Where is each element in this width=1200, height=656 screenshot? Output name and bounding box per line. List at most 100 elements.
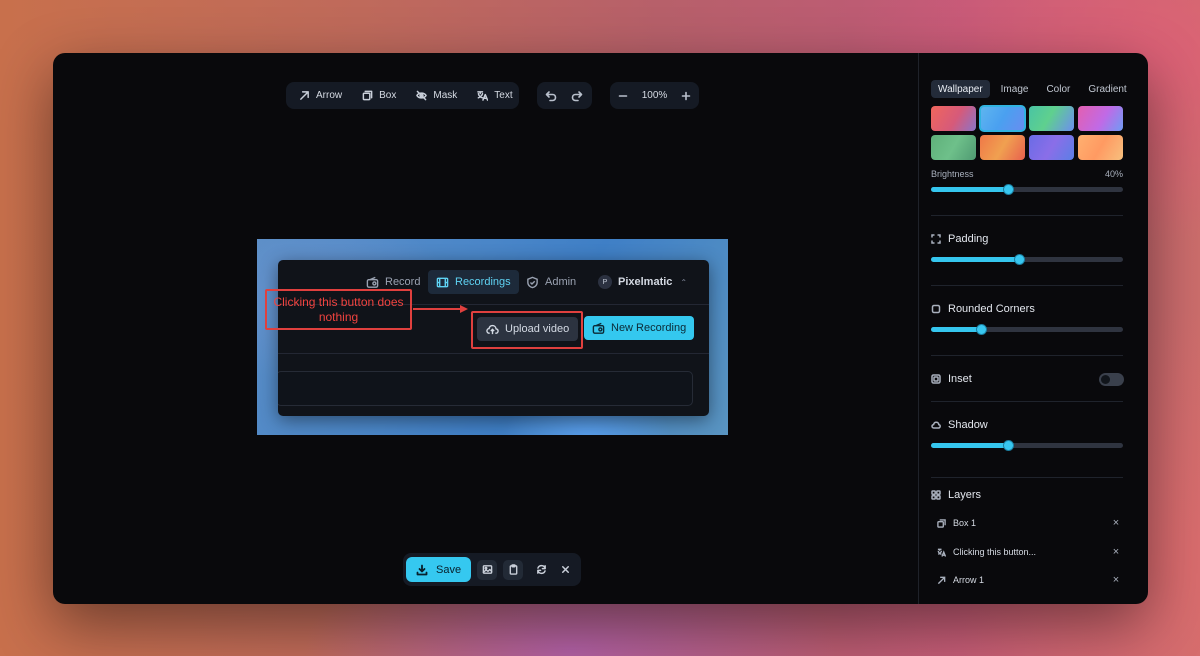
wallpaper-swatch[interactable] bbox=[979, 105, 1026, 132]
arrow-tool-button[interactable]: Arrow bbox=[289, 84, 352, 107]
expand-icon bbox=[931, 234, 941, 244]
rounded-corners-label: Rounded Corners bbox=[948, 303, 1035, 315]
tab-color[interactable]: Color bbox=[1039, 80, 1077, 98]
reset-button[interactable] bbox=[529, 560, 553, 580]
export-toolbar: Save bbox=[403, 553, 581, 586]
layer-item[interactable]: Clicking this button... × bbox=[937, 544, 1123, 560]
slider-thumb[interactable] bbox=[1014, 254, 1026, 265]
divider bbox=[931, 477, 1123, 478]
nav-admin-label: Admin bbox=[545, 276, 577, 288]
download-icon bbox=[416, 564, 428, 575]
remove-layer-icon[interactable]: × bbox=[1109, 517, 1123, 529]
slider-fill bbox=[931, 187, 1008, 192]
layers-icon bbox=[931, 490, 941, 500]
nav-record-label: Record bbox=[385, 276, 421, 288]
shadow-label: Shadow bbox=[948, 419, 988, 431]
nav-recordings-label: Recordings bbox=[455, 276, 511, 288]
rounded-corners-slider[interactable] bbox=[931, 324, 1123, 335]
user-name: Pixelmatic bbox=[618, 276, 673, 288]
annotation-toolbar: Arrow Box Mask Text bbox=[286, 82, 519, 109]
copy-clipboard-button[interactable] bbox=[503, 559, 524, 580]
layer-label: Clicking this button... bbox=[953, 547, 1037, 557]
chevron-updown-icon: ⌃ bbox=[680, 277, 688, 287]
text-annotation[interactable]: Clicking this button does nothing bbox=[265, 289, 412, 330]
wallpaper-swatch[interactable] bbox=[1029, 135, 1074, 160]
settings-sidebar: Wallpaper Image Color Gradient Brightnes… bbox=[918, 53, 1148, 604]
wallpaper-swatch[interactable] bbox=[931, 135, 976, 160]
tab-gradient[interactable]: Gradient bbox=[1081, 80, 1133, 98]
inset-toggle[interactable] bbox=[1099, 373, 1124, 386]
layer-label: Arrow 1 bbox=[953, 575, 985, 585]
tab-wallpaper[interactable]: Wallpaper bbox=[931, 80, 990, 98]
inset-section-title: Inset bbox=[931, 373, 972, 385]
zoom-level: 100% bbox=[641, 90, 668, 101]
mask-tool-label: Mask bbox=[433, 90, 458, 101]
mask-icon bbox=[416, 90, 428, 101]
remove-layer-icon[interactable]: × bbox=[1109, 546, 1123, 558]
refresh-icon bbox=[536, 564, 546, 575]
redo-button[interactable] bbox=[564, 84, 590, 107]
app-window: Arrow Box Mask Text 100% Record Recordin… bbox=[53, 53, 1148, 604]
image-icon bbox=[482, 565, 492, 574]
text-tool-button[interactable]: Text bbox=[467, 84, 522, 107]
zoom-in-button[interactable] bbox=[673, 84, 698, 107]
wallpaper-swatch[interactable] bbox=[1029, 106, 1074, 131]
nav-user-menu: P Pixelmatic ⌃ bbox=[590, 270, 695, 294]
brightness-slider[interactable] bbox=[931, 184, 1123, 195]
padding-label: Padding bbox=[948, 233, 989, 245]
captured-search-field bbox=[278, 371, 693, 406]
wallpaper-swatch[interactable] bbox=[1078, 135, 1123, 160]
arrow-icon bbox=[937, 576, 946, 584]
undo-icon bbox=[545, 90, 557, 101]
shadow-section-title: Shadow bbox=[931, 419, 988, 431]
plus-icon bbox=[681, 91, 690, 100]
screenshot-preview[interactable]: Record Recordings Admin P Pixelmatic ⌃ U… bbox=[257, 239, 728, 435]
slider-thumb[interactable] bbox=[1002, 440, 1014, 451]
shadow-slider[interactable] bbox=[931, 440, 1123, 451]
box-tool-button[interactable]: Box bbox=[352, 84, 406, 107]
box-icon bbox=[937, 518, 946, 528]
layer-label: Box 1 bbox=[953, 518, 977, 528]
tab-image[interactable]: Image bbox=[994, 80, 1036, 98]
box-tool-label: Box bbox=[379, 90, 397, 101]
slider-thumb[interactable] bbox=[1002, 184, 1014, 195]
square-icon bbox=[931, 304, 941, 314]
divider bbox=[931, 285, 1123, 286]
slider-fill bbox=[931, 327, 981, 332]
captured-new-recording-label: New Recording bbox=[611, 322, 687, 334]
brightness-label: Brightness bbox=[931, 169, 974, 179]
layers-section-title: Layers bbox=[931, 489, 981, 501]
padding-section-title: Padding bbox=[931, 233, 988, 245]
film-icon bbox=[436, 277, 449, 287]
inset-icon bbox=[931, 374, 941, 384]
zoom-out-button[interactable] bbox=[611, 84, 636, 107]
layer-item[interactable]: Arrow 1 × bbox=[937, 572, 1123, 588]
padding-slider[interactable] bbox=[931, 254, 1123, 265]
divider bbox=[931, 355, 1123, 356]
layer-item[interactable]: Box 1 × bbox=[937, 515, 1123, 531]
undo-button[interactable] bbox=[538, 84, 564, 107]
brightness-row: Brightness 40% bbox=[931, 169, 1123, 179]
arrow-icon bbox=[300, 91, 309, 100]
text-annotation-label: Clicking this button does nothing bbox=[273, 294, 404, 324]
remove-layer-icon[interactable]: × bbox=[1109, 574, 1123, 586]
redo-icon bbox=[571, 90, 583, 101]
text-tool-label: Text bbox=[494, 90, 513, 101]
wallpaper-swatch[interactable] bbox=[980, 135, 1025, 160]
wallpaper-swatch[interactable] bbox=[931, 106, 976, 131]
wallpaper-swatch[interactable] bbox=[1078, 106, 1123, 131]
close-button[interactable] bbox=[553, 560, 577, 580]
save-button[interactable]: Save bbox=[406, 557, 472, 582]
mask-tool-button[interactable]: Mask bbox=[406, 84, 467, 107]
canvas: Arrow Box Mask Text 100% Record Recordin… bbox=[53, 53, 918, 604]
arrow-annotation[interactable] bbox=[412, 303, 470, 315]
shield-check-icon bbox=[527, 276, 538, 288]
save-label: Save bbox=[436, 563, 462, 576]
save-image-button[interactable] bbox=[477, 559, 498, 580]
layers-label: Layers bbox=[948, 489, 982, 501]
brightness-value: 40% bbox=[1104, 169, 1123, 179]
inset-label: Inset bbox=[948, 373, 972, 385]
text-icon bbox=[937, 548, 946, 557]
box-annotation[interactable] bbox=[471, 311, 583, 349]
slider-thumb[interactable] bbox=[975, 324, 987, 335]
